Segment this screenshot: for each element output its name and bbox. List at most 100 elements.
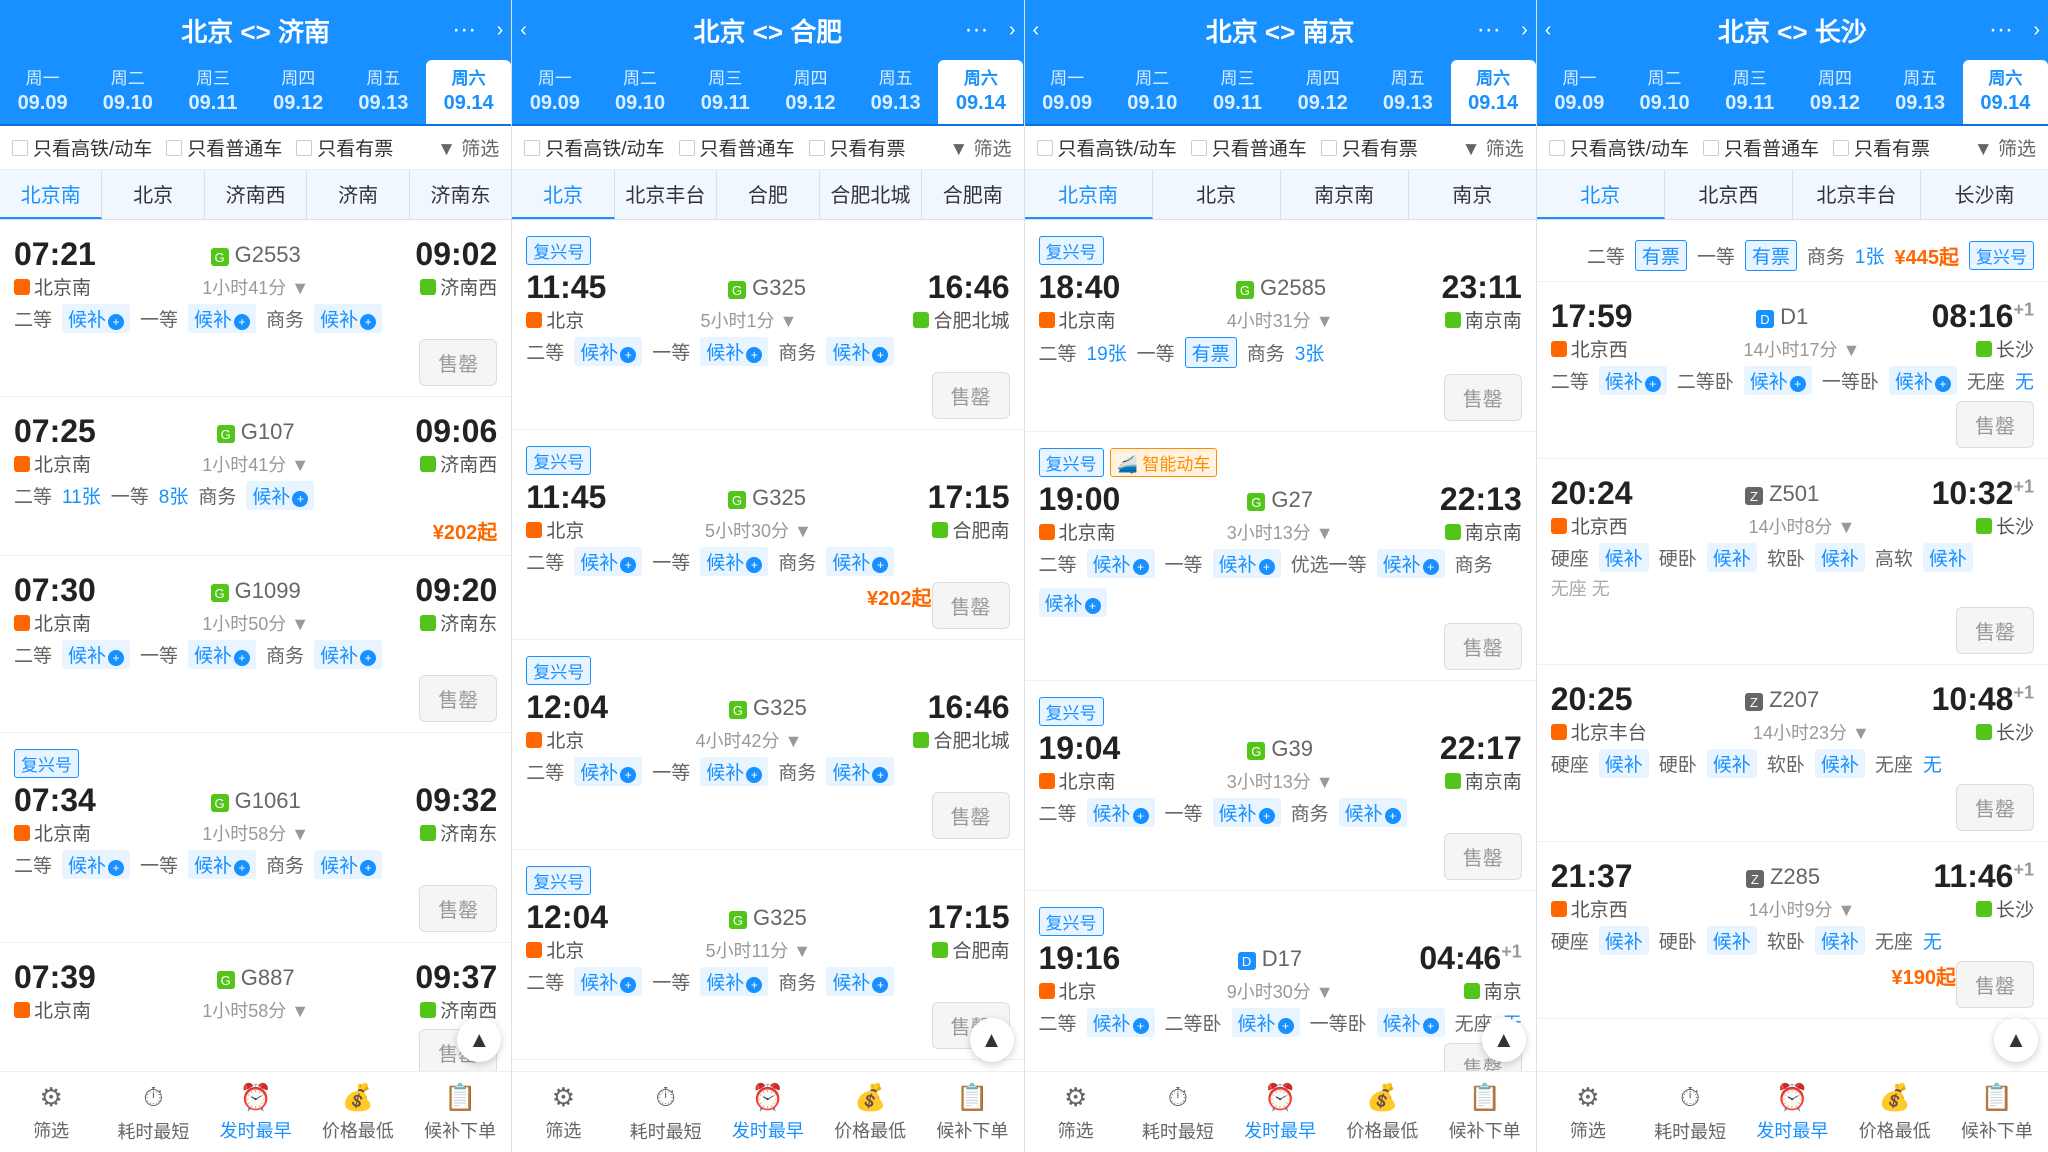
toolbar-item-耗时最短[interactable]: ⏱ 耗时最短: [1639, 1082, 1741, 1144]
day-item-0[interactable]: 周一09.09: [1025, 60, 1110, 124]
seat-candidate-btn[interactable]: 候补+: [574, 967, 642, 996]
toolbar-item-筛选[interactable]: ⚙ 筛选: [1537, 1082, 1639, 1144]
day-item-2[interactable]: 周三09.11: [1707, 60, 1792, 124]
seat-candidate-btn[interactable]: 候补+: [826, 547, 894, 576]
panel-collapse-btn[interactable]: ›: [2033, 19, 2040, 42]
seat-candidate-btn[interactable]: 候补+: [62, 850, 130, 879]
seat-candidate-btn[interactable]: 候补+: [1213, 798, 1281, 827]
toolbar-item-价格最低[interactable]: 💰 价格最低: [307, 1082, 409, 1144]
day-item-3[interactable]: 周四09.12: [768, 60, 853, 124]
toolbar-item-耗时最短[interactable]: ⏱ 耗时最短: [615, 1082, 717, 1144]
toolbar-item-价格最低[interactable]: 💰 价格最低: [819, 1082, 921, 1144]
sold-out-btn[interactable]: 售罄: [1444, 374, 1522, 421]
day-item-1[interactable]: 周二09.10: [597, 60, 682, 124]
toolbar-item-价格最低[interactable]: 💰 价格最低: [1331, 1082, 1433, 1144]
day-item-1[interactable]: 周二09.10: [85, 60, 170, 124]
toolbar-item-耗时最短[interactable]: ⏱ 耗时最短: [1127, 1082, 1229, 1144]
filter-checkbox-2[interactable]: 只看有票: [1833, 134, 1930, 161]
day-item-5[interactable]: 周六09.14: [426, 60, 511, 124]
filter-button[interactable]: ▼ 筛选: [1974, 134, 2036, 161]
filter-button[interactable]: ▼ 筛选: [949, 134, 1011, 161]
day-item-4[interactable]: 周五09.13: [341, 60, 426, 124]
sold-out-btn[interactable]: 售罄: [419, 675, 497, 722]
toolbar-item-耗时最短[interactable]: ⏱ 耗时最短: [102, 1082, 204, 1144]
day-item-0[interactable]: 周一09.09: [512, 60, 597, 124]
back-arrow-icon[interactable]: ‹: [520, 19, 527, 42]
station-item-0[interactable]: 北京: [1537, 170, 1665, 219]
toolbar-item-发时最早[interactable]: ⏰ 发时最早: [205, 1082, 307, 1144]
day-item-2[interactable]: 周三09.11: [683, 60, 768, 124]
day-item-5[interactable]: 周六09.14: [1963, 60, 2048, 124]
filter-checkbox-0[interactable]: 只看高铁/动车: [1549, 134, 1689, 161]
sold-out-btn[interactable]: 售罄: [1956, 401, 2034, 448]
toolbar-item-发时最早[interactable]: ⏰ 发时最早: [1741, 1082, 1843, 1144]
more-options-btn[interactable]: ···: [965, 16, 989, 44]
seat-candidate-btn[interactable]: 候补: [1599, 543, 1649, 572]
seat-candidate-btn[interactable]: 候补: [1815, 926, 1865, 955]
panel-collapse-btn[interactable]: ›: [1521, 19, 1528, 42]
filter-checkbox-1[interactable]: 只看普通车: [679, 134, 795, 161]
day-item-5[interactable]: 周六09.14: [938, 60, 1023, 124]
filter-checkbox-0[interactable]: 只看高铁/动车: [12, 134, 152, 161]
seat-candidate-btn[interactable]: 候补+: [314, 304, 382, 333]
seat-candidate-btn[interactable]: 候补+: [700, 757, 768, 786]
station-item-3[interactable]: 济南: [307, 170, 409, 219]
seat-candidate-btn[interactable]: 候补+: [1889, 366, 1957, 395]
more-options-btn[interactable]: ···: [1989, 16, 2013, 44]
sold-out-btn[interactable]: 售罄: [419, 339, 497, 386]
seat-candidate-btn[interactable]: 候补: [1815, 543, 1865, 572]
seat-candidate-btn[interactable]: 候补: [1923, 543, 1973, 572]
toolbar-item-发时最早[interactable]: ⏰ 发时最早: [717, 1082, 819, 1144]
seat-candidate-btn[interactable]: 候补+: [700, 967, 768, 996]
sold-out-btn[interactable]: 售罄: [932, 372, 1010, 419]
station-item-2[interactable]: 合肥: [717, 170, 819, 219]
more-options-btn[interactable]: ···: [1477, 16, 1501, 44]
sold-out-btn[interactable]: 售罄: [932, 792, 1010, 839]
station-item-1[interactable]: 北京: [102, 170, 204, 219]
day-item-5[interactable]: 周六09.14: [1451, 60, 1536, 124]
seat-candidate-btn[interactable]: 候补: [1707, 926, 1757, 955]
day-item-4[interactable]: 周五09.13: [1365, 60, 1450, 124]
seat-candidate-btn[interactable]: 候补+: [1744, 366, 1812, 395]
sold-out-btn[interactable]: 售罄: [1444, 623, 1522, 670]
day-item-0[interactable]: 周一09.09: [0, 60, 85, 124]
station-item-4[interactable]: 合肥南: [922, 170, 1023, 219]
day-item-2[interactable]: 周三09.11: [1195, 60, 1280, 124]
seat-candidate-btn[interactable]: 候补+: [1232, 1008, 1300, 1037]
station-item-1[interactable]: 北京西: [1665, 170, 1793, 219]
sold-out-btn[interactable]: 售罄: [1956, 961, 2034, 1008]
seat-candidate-btn[interactable]: 候补+: [574, 757, 642, 786]
seat-candidate-btn[interactable]: 候补+: [1339, 798, 1407, 827]
seat-candidate-btn[interactable]: 候补+: [826, 757, 894, 786]
day-item-3[interactable]: 周四09.12: [256, 60, 341, 124]
toolbar-item-候补下单[interactable]: 📋 候补下单: [1434, 1082, 1536, 1144]
filter-button[interactable]: ▼ 筛选: [1462, 134, 1524, 161]
sold-out-btn[interactable]: 售罄: [1956, 607, 2034, 654]
toolbar-item-候补下单[interactable]: 📋 候补下单: [409, 1082, 511, 1144]
station-item-1[interactable]: 北京: [1153, 170, 1281, 219]
seat-candidate-btn[interactable]: 候补: [1599, 926, 1649, 955]
seat-candidate-btn[interactable]: 候补+: [1213, 549, 1281, 578]
seat-candidate-btn[interactable]: 候补+: [700, 547, 768, 576]
filter-checkbox-2[interactable]: 只看有票: [296, 134, 393, 161]
panel-collapse-btn[interactable]: ›: [497, 19, 504, 42]
seat-candidate-btn[interactable]: 候补+: [574, 547, 642, 576]
seat-candidate-btn[interactable]: 候补: [1707, 543, 1757, 572]
day-item-0[interactable]: 周一09.09: [1537, 60, 1622, 124]
station-item-2[interactable]: 北京丰台: [1793, 170, 1921, 219]
filter-checkbox-0[interactable]: 只看高铁/动车: [1037, 134, 1177, 161]
day-item-4[interactable]: 周五09.13: [853, 60, 938, 124]
seat-candidate-btn[interactable]: 候补: [1707, 749, 1757, 778]
seat-candidate-btn[interactable]: 候补+: [314, 850, 382, 879]
seat-candidate-btn[interactable]: 候补+: [62, 304, 130, 333]
station-item-2[interactable]: 南京南: [1281, 170, 1409, 219]
day-item-3[interactable]: 周四09.12: [1792, 60, 1877, 124]
sold-out-btn[interactable]: 售罄: [932, 582, 1010, 629]
seat-candidate-btn[interactable]: 候补+: [826, 967, 894, 996]
toolbar-item-候补下单[interactable]: 📋 候补下单: [1946, 1082, 2048, 1144]
back-arrow-icon[interactable]: ‹: [1545, 19, 1552, 42]
station-item-0[interactable]: 北京南: [1025, 170, 1153, 219]
station-item-3[interactable]: 合肥北城: [820, 170, 922, 219]
seat-candidate-btn[interactable]: 候补+: [1087, 798, 1155, 827]
seat-candidate-btn[interactable]: 候补+: [314, 640, 382, 669]
